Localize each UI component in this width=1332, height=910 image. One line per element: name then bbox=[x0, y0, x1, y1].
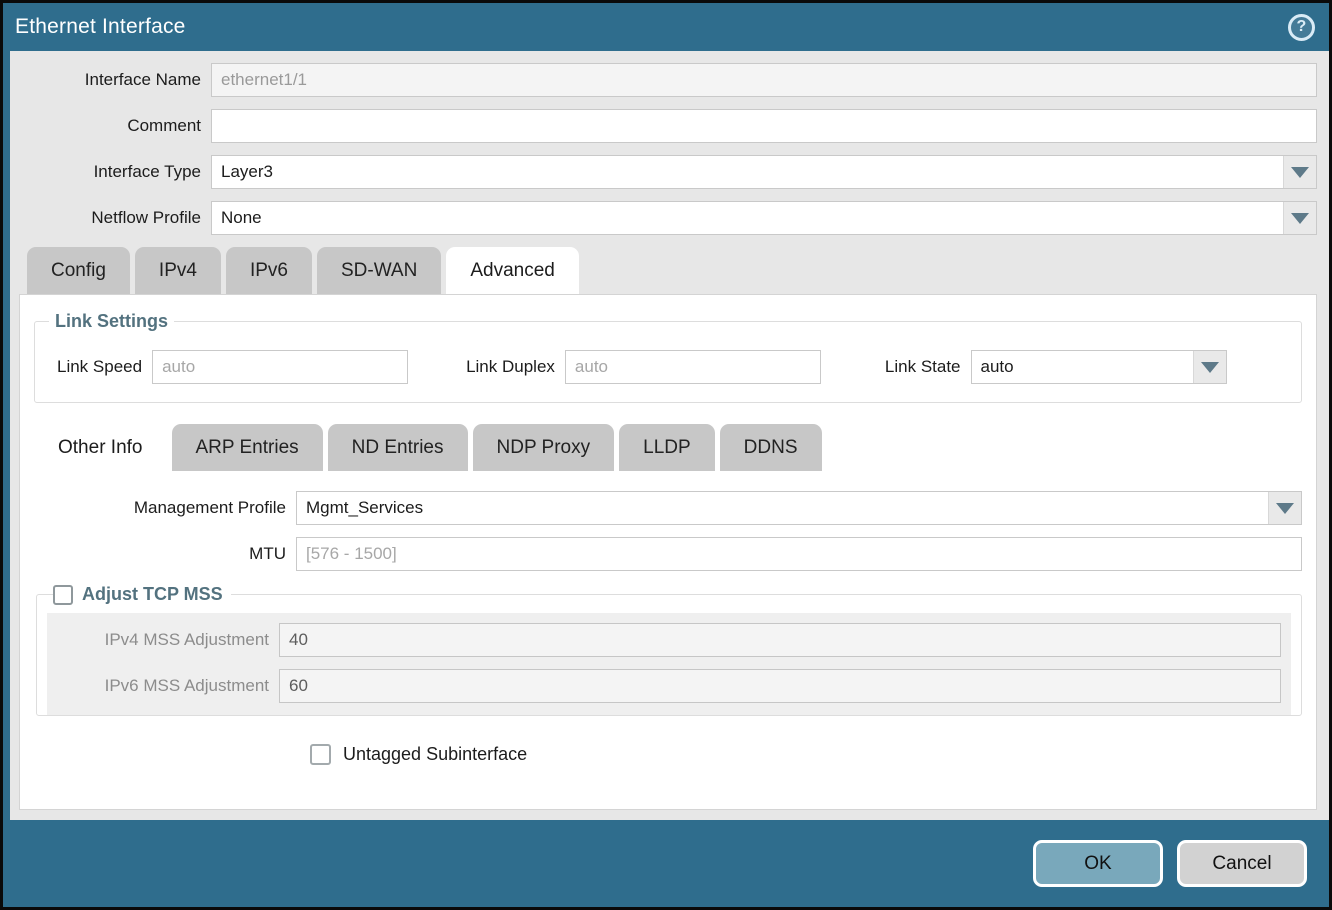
dialog-footer: OK Cancel bbox=[3, 820, 1329, 907]
mtu-field[interactable] bbox=[296, 537, 1302, 571]
ethernet-interface-dialog: Ethernet Interface ? Interface Name Comm… bbox=[0, 0, 1332, 910]
management-profile-dropdown[interactable]: Mgmt_Services bbox=[296, 491, 1302, 525]
netflow-profile-label: Netflow Profile bbox=[19, 208, 211, 228]
adjust-tcp-mss-checkbox[interactable] bbox=[53, 585, 73, 605]
dialog-content: Interface Name Comment Interface Type La… bbox=[10, 51, 1329, 820]
netflow-profile-row: Netflow Profile None bbox=[19, 201, 1317, 235]
netflow-profile-value: None bbox=[212, 202, 1283, 234]
interface-type-value: Layer3 bbox=[212, 156, 1283, 188]
cancel-button[interactable]: Cancel bbox=[1177, 840, 1307, 887]
link-speed-label: Link Speed bbox=[57, 357, 152, 377]
management-profile-label: Management Profile bbox=[34, 498, 296, 518]
mtu-label: MTU bbox=[34, 544, 296, 564]
management-profile-dropdown-button[interactable] bbox=[1268, 492, 1301, 524]
interface-name-field bbox=[211, 63, 1317, 97]
chevron-down-icon bbox=[1291, 213, 1309, 224]
interface-name-label: Interface Name bbox=[19, 70, 211, 90]
help-icon[interactable]: ? bbox=[1288, 14, 1315, 41]
link-state-label: Link State bbox=[885, 357, 971, 377]
link-state-dropdown[interactable]: auto bbox=[971, 350, 1227, 384]
chevron-down-icon bbox=[1276, 503, 1294, 514]
ipv4-mss-label: IPv4 MSS Adjustment bbox=[47, 630, 279, 650]
comment-field[interactable] bbox=[211, 109, 1317, 143]
tab-config[interactable]: Config bbox=[27, 247, 130, 294]
comment-row: Comment bbox=[19, 109, 1317, 143]
mtu-row: MTU bbox=[34, 537, 1302, 571]
untagged-subinterface-label: Untagged Subinterface bbox=[343, 744, 527, 765]
inner-tab-strip: Other Info ARP Entries ND Entries NDP Pr… bbox=[34, 424, 1302, 471]
interface-type-dropdown[interactable]: Layer3 bbox=[211, 155, 1317, 189]
link-state-dropdown-button[interactable] bbox=[1193, 351, 1226, 383]
interface-type-row: Interface Type Layer3 bbox=[19, 155, 1317, 189]
netflow-profile-dropdown[interactable]: None bbox=[211, 201, 1317, 235]
link-state-value: auto bbox=[972, 351, 1193, 383]
other-info-panel: Management Profile Mgmt_Services MTU bbox=[34, 491, 1302, 765]
tab-arp-entries[interactable]: ARP Entries bbox=[172, 424, 323, 471]
tab-nd-entries[interactable]: ND Entries bbox=[328, 424, 468, 471]
dialog-titlebar: Ethernet Interface ? bbox=[3, 3, 1329, 51]
tab-ipv4[interactable]: IPv4 bbox=[135, 247, 221, 294]
ipv6-mss-field bbox=[279, 669, 1281, 703]
link-speed-field[interactable] bbox=[152, 350, 408, 384]
tab-ipv6[interactable]: IPv6 bbox=[226, 247, 312, 294]
tab-ndp-proxy[interactable]: NDP Proxy bbox=[473, 424, 615, 471]
mss-disabled-block: IPv4 MSS Adjustment IPv6 MSS Adjustment bbox=[47, 613, 1291, 715]
adjust-tcp-mss-legend: Adjust TCP MSS bbox=[53, 584, 231, 605]
tab-other-info[interactable]: Other Info bbox=[34, 424, 167, 471]
tab-sdwan[interactable]: SD-WAN bbox=[317, 247, 441, 294]
tab-ddns[interactable]: DDNS bbox=[720, 424, 822, 471]
interface-name-row: Interface Name bbox=[19, 63, 1317, 97]
management-profile-value: Mgmt_Services bbox=[297, 492, 1268, 524]
comment-label: Comment bbox=[19, 116, 211, 136]
advanced-tab-panel: Link Settings Link Speed Link Duplex Lin… bbox=[19, 294, 1317, 810]
tab-advanced[interactable]: Advanced bbox=[446, 247, 579, 294]
tab-lldp[interactable]: LLDP bbox=[619, 424, 715, 471]
link-duplex-label: Link Duplex bbox=[466, 357, 565, 377]
main-tab-strip: Config IPv4 IPv6 SD-WAN Advanced bbox=[19, 247, 1317, 294]
ipv4-mss-field bbox=[279, 623, 1281, 657]
chevron-down-icon bbox=[1201, 362, 1219, 373]
interface-type-dropdown-button[interactable] bbox=[1283, 156, 1316, 188]
ok-button[interactable]: OK bbox=[1033, 840, 1163, 887]
untagged-subinterface-row: Untagged Subinterface bbox=[310, 744, 1302, 765]
link-settings-legend: Link Settings bbox=[49, 311, 174, 332]
chevron-down-icon bbox=[1291, 167, 1309, 178]
ipv6-mss-row: IPv6 MSS Adjustment bbox=[47, 669, 1291, 703]
link-duplex-field[interactable] bbox=[565, 350, 821, 384]
adjust-tcp-mss-legend-text: Adjust TCP MSS bbox=[82, 584, 223, 605]
untagged-subinterface-checkbox[interactable] bbox=[310, 744, 331, 765]
netflow-profile-dropdown-button[interactable] bbox=[1283, 202, 1316, 234]
ipv6-mss-label: IPv6 MSS Adjustment bbox=[47, 676, 279, 696]
interface-type-label: Interface Type bbox=[19, 162, 211, 182]
management-profile-row: Management Profile Mgmt_Services bbox=[34, 491, 1302, 525]
dialog-left-edge bbox=[3, 51, 10, 820]
dialog-title: Ethernet Interface bbox=[15, 15, 186, 39]
adjust-tcp-mss-fieldset: Adjust TCP MSS IPv4 MSS Adjustment IPv6 … bbox=[36, 584, 1302, 716]
ipv4-mss-row: IPv4 MSS Adjustment bbox=[47, 623, 1291, 657]
link-settings-fieldset: Link Settings Link Speed Link Duplex Lin… bbox=[34, 311, 1302, 403]
